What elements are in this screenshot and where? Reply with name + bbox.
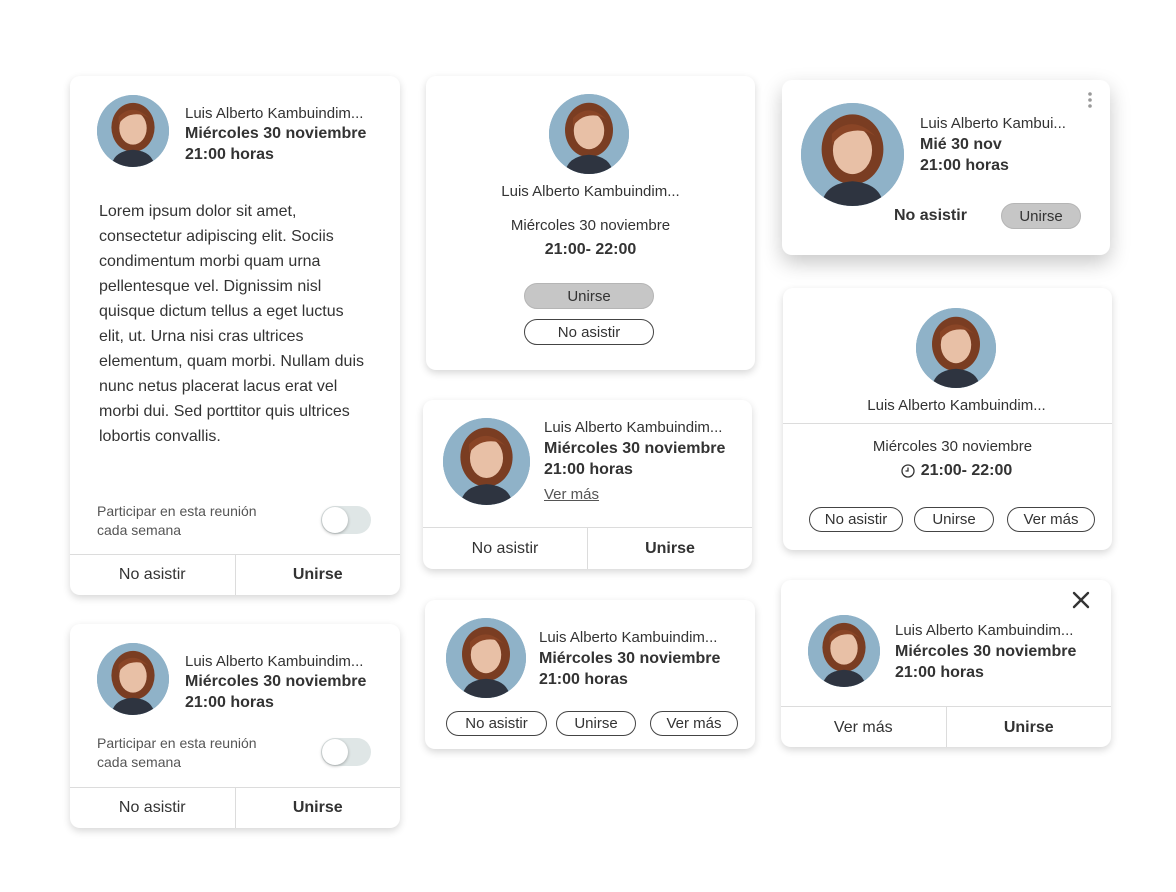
meeting-time-range: 21:00- 22:00: [544, 241, 637, 258]
meeting-card-closable: Luis Alberto Kambuindim... Miércoles 30 …: [781, 580, 1111, 747]
decline-button[interactable]: No asistir: [524, 319, 654, 345]
avatar: [916, 308, 996, 388]
meeting-card-compact: Luis Alberto Kambui... Mié 30 nov 21:00 …: [782, 80, 1110, 255]
close-icon[interactable]: [1071, 590, 1091, 610]
meeting-date: Mié 30 nov: [920, 136, 1002, 153]
organizer-name: Luis Alberto Kambuindim...: [544, 419, 723, 436]
meeting-date: Miércoles 30 noviembre: [185, 125, 367, 142]
organizer-name: Luis Alberto Kambuindim...: [185, 105, 364, 122]
see-more-button[interactable]: Ver más: [650, 711, 738, 736]
meeting-time: 21:00 horas: [185, 694, 274, 711]
avatar: [97, 643, 169, 715]
action-row: No asistir Unirse: [70, 787, 400, 828]
meeting-card-pills: Luis Alberto Kambuindim... Miércoles 30 …: [425, 600, 755, 749]
user-photo-icon: [801, 103, 904, 206]
organizer-name: Luis Alberto Kambuindim...: [185, 653, 364, 670]
meeting-description: Lorem ipsum dolor sit amet, consectetur …: [99, 203, 364, 445]
avatar: [446, 618, 526, 698]
join-button[interactable]: Unirse: [1001, 203, 1081, 229]
recurring-label: Participar en esta reunión cada semana: [97, 503, 257, 538]
meeting-date: Miércoles 30 noviembre: [872, 438, 1033, 455]
recurring-label: Participar en esta reunión cada semana: [97, 735, 257, 770]
avatar: [801, 103, 904, 206]
join-button[interactable]: Unirse: [234, 788, 401, 828]
organizer-name: Luis Alberto Kambuindim...: [867, 397, 1046, 414]
organizer-name: Luis Alberto Kambuindim...: [501, 183, 680, 200]
recurring-toggle[interactable]: [321, 506, 371, 534]
decline-button[interactable]: No asistir: [809, 507, 903, 532]
clock-icon: [901, 464, 915, 478]
organizer-name: Luis Alberto Kambui...: [920, 115, 1066, 132]
user-photo-icon: [808, 615, 880, 687]
user-photo-icon: [97, 643, 169, 715]
user-photo-icon: [549, 94, 629, 174]
join-button[interactable]: Unirse: [524, 283, 654, 309]
see-more-link[interactable]: Ver más: [544, 486, 599, 503]
meeting-time: 21:00 horas: [185, 146, 274, 163]
meeting-date: Miércoles 30 noviembre: [895, 643, 1077, 660]
organizer-name: Luis Alberto Kambuindim...: [895, 622, 1074, 639]
meeting-card-link: Luis Alberto Kambuindim... Miércoles 30 …: [423, 400, 752, 569]
decline-button[interactable]: No asistir: [894, 207, 967, 225]
join-button[interactable]: Unirse: [556, 711, 636, 736]
decline-button[interactable]: No asistir: [446, 711, 547, 736]
divider: [783, 423, 1112, 424]
meeting-date: Miércoles 30 noviembre: [544, 440, 726, 457]
meeting-time: 21:00 horas: [544, 461, 633, 478]
decline-button[interactable]: No asistir: [70, 555, 235, 595]
meeting-card-recurring: Luis Alberto Kambuindim... Miércoles 30 …: [70, 624, 400, 828]
more-vertical-icon[interactable]: [1087, 91, 1093, 109]
meeting-card-description: Luis Alberto Kambuindim... Miércoles 30 …: [70, 76, 400, 595]
avatar: [443, 418, 530, 505]
join-button[interactable]: Unirse: [234, 555, 401, 595]
avatar: [808, 615, 880, 687]
user-photo-icon: [916, 308, 996, 388]
see-more-button[interactable]: Ver más: [1007, 507, 1095, 532]
meeting-time: 21:00 horas: [920, 157, 1009, 174]
meeting-time: 21:00 horas: [895, 664, 984, 681]
meeting-time-range: 21:00- 22:00: [920, 462, 1013, 479]
meeting-date: Miércoles 30 noviembre: [539, 650, 721, 667]
meeting-date: Miércoles 30 noviembre: [185, 673, 367, 690]
avatar: [97, 95, 169, 167]
join-button[interactable]: Unirse: [914, 507, 994, 532]
action-row: No asistir Unirse: [70, 554, 400, 595]
meeting-time: 21:00 horas: [539, 671, 628, 688]
meeting-date: Miércoles 30 noviembre: [510, 217, 671, 234]
decline-button[interactable]: No asistir: [70, 788, 235, 828]
meeting-card-clock: Luis Alberto Kambuindim... Miércoles 30 …: [783, 288, 1112, 550]
user-photo-icon: [97, 95, 169, 167]
user-photo-icon: [443, 418, 530, 505]
join-button[interactable]: Unirse: [945, 707, 1112, 747]
meeting-card-centered: Luis Alberto Kambuindim... Miércoles 30 …: [426, 76, 755, 370]
avatar: [549, 94, 629, 174]
time-row: 21:00- 22:00: [783, 462, 1112, 480]
recurring-toggle[interactable]: [321, 738, 371, 766]
decline-button[interactable]: No asistir: [423, 528, 587, 569]
see-more-button[interactable]: Ver más: [781, 707, 946, 747]
join-button[interactable]: Unirse: [587, 528, 752, 569]
organizer-name: Luis Alberto Kambuindim...: [539, 629, 718, 646]
user-photo-icon: [446, 618, 526, 698]
action-row: No asistir Unirse: [423, 527, 752, 569]
action-row: Ver más Unirse: [781, 706, 1111, 747]
